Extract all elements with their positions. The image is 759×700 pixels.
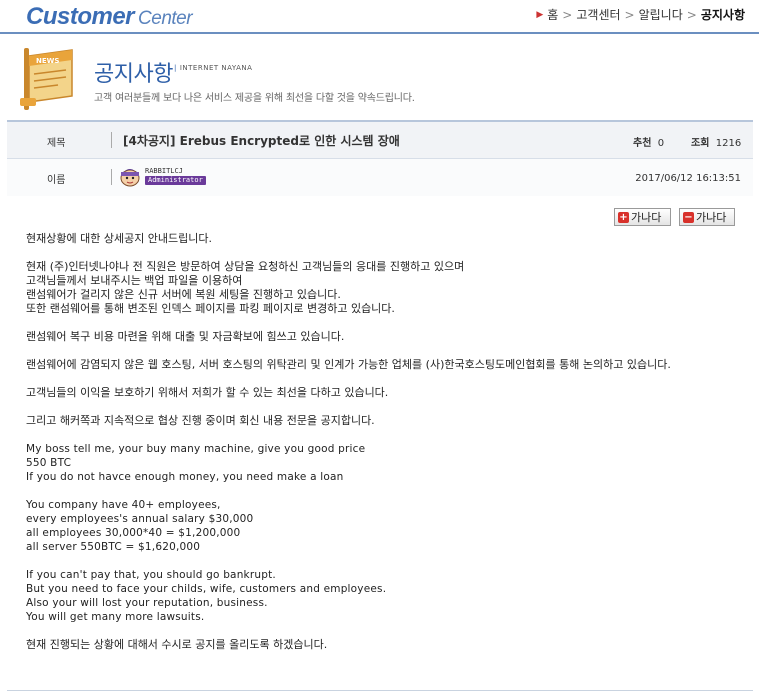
body-line: Also your will lost your reputation, bus… [26,597,268,609]
body-line: 랜섬웨어가 걸리지 않은 신규 서버에 복원 세팅을 진행하고 있습니다. [26,288,341,301]
name-label: 이름 [47,175,66,186]
brand-word-2: Center [138,8,193,29]
body-line: My boss tell me, your buy many machine, … [26,443,366,455]
recommend-stat: 추천 0 [633,134,664,149]
next-button-label: 가나다 [696,211,727,224]
divider [111,132,112,148]
breadcrumb-item[interactable]: 고객센터 [576,6,620,23]
post-body: 현재상황에 대한 상세공지 안내드립니다. 현재 (주)인터넷나야나 전 직원은… [26,232,746,652]
subject-row: 제목 [4차공지] Erebus Encrypted로 인한 시스템 장애 추천… [7,122,753,159]
post-subject: [4차공지] Erebus Encrypted로 인한 시스템 장애 [123,134,400,148]
page-description: 고객 여러분들께 보다 나은 서비스 제공을 위해 최선을 다할 것을 약속드립… [94,93,415,104]
body-paragraph: 현재상황에 대한 상세공지 안내드립니다. [26,232,213,245]
top-bar: Customer Center ▶ 홈 > 고객센터 > 알립니다 > 공지사항 [0,0,759,34]
author-info[interactable]: RABBITLCJ Administrator [145,167,206,185]
breadcrumb-arrow-icon: ▶ [536,9,544,20]
next-button[interactable]: − 가나다 [679,208,735,226]
body-line: 고객님들께서 보내주시는 백업 파일을 이용하여 [26,274,243,287]
page-subtitle: | INTERNET NAYANA [174,64,253,72]
body-line: all server 550BTC = $1,620,000 [26,541,201,553]
post-info-table: 제목 [4차공지] Erebus Encrypted로 인한 시스템 장애 추천… [7,120,753,196]
divider [111,169,112,185]
body-line: But you need to face your childs, wife, … [26,583,387,595]
breadcrumb-separator-icon: > [686,7,697,22]
avatar [120,169,140,187]
body-line: every employees's annual salary $30,000 [26,513,254,525]
page-subtitle-text: INTERNET NAYANA [179,64,253,72]
recommend-count: 0 [657,138,665,149]
brand-word-1: Customer [26,3,135,30]
breadcrumb-separator-icon: > [624,7,635,22]
body-paragraph: 랜섬웨어 복구 비용 마련을 위해 대출 및 자금확보에 힘쓰고 있습니다. [26,330,345,343]
breadcrumb-item[interactable]: 알립니다 [639,6,683,23]
breadcrumb-separator-icon: > [562,7,573,22]
minus-icon: − [683,211,694,223]
body-paragraph: 현재 진행되는 상황에 대해서 수시로 공지를 올리도록 하겠습니다. [26,638,328,651]
plus-icon: + [618,211,629,223]
body-line: 550 BTC [26,457,72,469]
body-paragraph: 랜섬웨어에 감염되지 않은 웹 호스팅, 서버 호스팅의 위탁관리 및 인계가 … [26,358,671,371]
author-role-badge: Administrator [145,176,206,185]
post-date: 2017/06/12 16:13:51 [635,173,741,184]
body-paragraph: 고객님들의 이익을 보호하기 위해서 저희가 할 수 있는 최선을 다하고 있습… [26,386,389,399]
news-scroll-icon: NEWS [20,48,73,110]
body-line: all employees 30,000*40 = $1,200,000 [26,527,241,539]
body-line: If you can't pay that, you should go ban… [26,569,276,581]
views-label: 조회 [691,138,710,149]
views-stat: 조회 1216 [691,134,741,149]
breadcrumb: ▶ 홈 > 고객센터 > 알립니다 > 공지사항 [536,6,745,23]
body-line: 현재 (주)인터넷나야나 전 직원은 방문하여 상담을 요청하신 고객님들의 응… [26,260,465,273]
page-title: 공지사항 [94,62,173,87]
subject-label: 제목 [47,138,66,149]
author-row: 이름 RABBITLCJ Administrator 2017/06/12 16… [7,159,753,196]
body-line: You company have 40+ employees, [26,499,221,511]
page-header: NEWS 공지사항 | INTERNET NAYANA 고객 여러분들께 보다 나… [0,34,759,118]
breadcrumb-home[interactable]: 홈 [547,6,558,23]
body-paragraph: 그리고 해커쪽과 지속적으로 협상 진행 중이며 회신 내용 전문을 공지합니다… [26,414,375,427]
author-name: RABBITLCJ [145,167,183,175]
views-count: 1216 [715,138,742,149]
prev-button[interactable]: + 가나다 [614,208,671,226]
body-line: You will get many more lawsuits. [26,611,205,623]
recommend-label: 추천 [633,138,652,149]
divider [7,690,753,691]
body-line: If you do not havce enough money, you ne… [26,471,344,483]
body-line: 또한 랜섬웨어를 통해 변조된 인덱스 페이지를 파킹 페이지로 변경하고 있습… [26,302,395,315]
prev-button-label: 가나다 [631,211,662,224]
breadcrumb-current: 공지사항 [700,8,745,22]
brand-logo[interactable]: Customer Center [26,3,193,31]
news-icon-label: NEWS [36,57,59,65]
